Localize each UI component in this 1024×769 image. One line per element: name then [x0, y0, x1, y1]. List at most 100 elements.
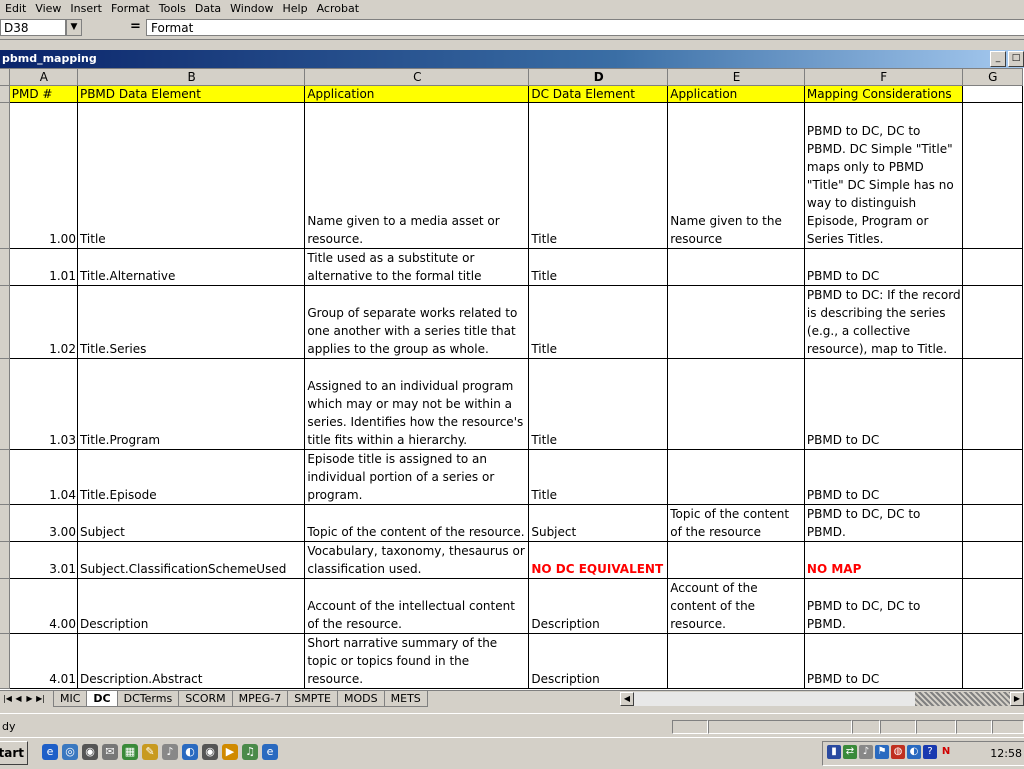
formula-input[interactable]: Format [146, 19, 1024, 36]
header-cell-g[interactable] [961, 85, 1024, 103]
cell-application[interactable]: Short narrative summary of the topic or … [304, 633, 530, 689]
row-header[interactable] [0, 285, 10, 359]
cell-empty[interactable] [961, 102, 1024, 249]
cell-mapping[interactable]: PBMD to DC, DC to PBMD. [803, 578, 963, 634]
cell-pbmd-element[interactable]: Description.Abstract [76, 633, 306, 689]
cell-pmd-number[interactable]: 1.04 [8, 449, 78, 505]
cell-application[interactable]: Account of the intellectual content of t… [304, 578, 530, 634]
cell-dc-element[interactable]: Title [528, 358, 669, 450]
tools-icon[interactable]: ✎ [142, 744, 158, 760]
column-header-b[interactable]: B [76, 68, 306, 86]
help-icon[interactable]: ? [923, 745, 937, 759]
tab-smpte[interactable]: SMPTE [287, 691, 339, 707]
cell-pmd-number[interactable]: 1.00 [8, 102, 78, 249]
row-header[interactable] [0, 248, 10, 286]
cell-dc-application[interactable] [667, 449, 805, 505]
cell-pmd-number[interactable]: 1.02 [8, 285, 78, 359]
tab-scorm[interactable]: SCORM [178, 691, 233, 707]
cell-empty[interactable] [961, 449, 1024, 505]
menu-edit[interactable]: Edit [0, 2, 30, 15]
cell-mapping[interactable]: NO MAP [803, 541, 963, 579]
cell-dc-element[interactable]: Title [528, 285, 669, 359]
disc-icon[interactable]: ◉ [202, 744, 218, 760]
ie-icon[interactable]: e [42, 744, 58, 760]
volume-icon[interactable]: ♪ [859, 745, 873, 759]
cell-pmd-number[interactable]: 4.01 [8, 633, 78, 689]
menu-data[interactable]: Data [190, 2, 225, 15]
cell-dc-element[interactable]: Title [528, 449, 669, 505]
cell-mapping[interactable]: PBMD to DC, DC to PBMD. DC Simple "Title… [803, 102, 963, 249]
spreadsheet-grid[interactable]: A B C D E F G PMD # PBMD Data Element Ap… [0, 68, 1024, 690]
cell-mapping[interactable]: PBMD to DC [803, 449, 963, 505]
cell-dc-element[interactable]: NO DC EQUIVALENT [528, 541, 669, 579]
next-tab-icon[interactable]: ▶ [24, 693, 35, 705]
cell-pbmd-element[interactable]: Title.Episode [76, 449, 306, 505]
cell-pmd-number[interactable]: 4.00 [8, 578, 78, 634]
cell-empty[interactable] [961, 633, 1024, 689]
row-header[interactable] [0, 578, 10, 634]
cell-pbmd-element[interactable]: Title.Program [76, 358, 306, 450]
cell-application[interactable]: Title used as a substitute or alternativ… [304, 248, 530, 286]
battery-icon[interactable]: ▮ [827, 745, 841, 759]
name-box[interactable]: D38 [0, 19, 66, 36]
tab-mic[interactable]: MIC [53, 691, 88, 707]
mail-icon[interactable]: ✉ [102, 744, 118, 760]
cell-dc-element[interactable]: Title [528, 102, 669, 249]
header-cell-pbmd-element[interactable]: PBMD Data Element [76, 85, 306, 103]
calendar-icon[interactable]: ▦ [122, 744, 138, 760]
menu-format[interactable]: Format [106, 2, 154, 15]
cell-empty[interactable] [961, 285, 1024, 359]
cell-application[interactable]: Group of separate works related to one a… [304, 285, 530, 359]
menu-view[interactable]: View [30, 2, 65, 15]
app-n-icon[interactable]: N [939, 745, 953, 759]
cell-dc-application[interactable]: Name given to the resource [667, 102, 805, 249]
speaker-icon[interactable]: ♪ [162, 744, 178, 760]
minimize-icon[interactable]: _ [990, 51, 1006, 67]
cell-empty[interactable] [961, 248, 1024, 286]
chevron-down-icon[interactable]: ▼ [66, 19, 82, 36]
horizontal-scrollbar[interactable]: ◀ ▶ [620, 692, 1024, 706]
scroll-right-icon[interactable]: ▶ [1010, 692, 1024, 706]
menu-tools[interactable]: Tools [154, 2, 190, 15]
header-cell-mapping[interactable]: Mapping Considerations [803, 85, 963, 103]
row-header[interactable] [0, 541, 10, 579]
cell-pbmd-element[interactable]: Title.Series [76, 285, 306, 359]
cell-pbmd-element[interactable]: Title.Alternative [76, 248, 306, 286]
cell-empty[interactable] [961, 578, 1024, 634]
cell-pbmd-element[interactable]: Title [76, 102, 306, 249]
column-header-d[interactable]: D [528, 68, 669, 86]
cell-dc-element[interactable]: Title [528, 248, 669, 286]
cell-pmd-number[interactable]: 3.00 [8, 504, 78, 542]
cell-mapping[interactable]: PBMD to DC: If the record is describing … [803, 285, 963, 359]
cell-pmd-number[interactable]: 1.01 [8, 248, 78, 286]
cell-mapping[interactable]: PBMD to DC [803, 358, 963, 450]
menu-help[interactable]: Help [278, 2, 312, 15]
cell-empty[interactable] [961, 541, 1024, 579]
row-header[interactable] [0, 449, 10, 505]
globe-icon[interactable]: ◐ [182, 744, 198, 760]
cell-pmd-number[interactable]: 1.03 [8, 358, 78, 450]
cell-pbmd-element[interactable]: Subject [76, 504, 306, 542]
start-button[interactable]: tart [0, 741, 28, 765]
cell-mapping[interactable]: PBMD to DC [803, 248, 963, 286]
select-all-corner[interactable] [0, 68, 10, 86]
play-icon[interactable]: ▶ [222, 744, 238, 760]
cell-pmd-number[interactable]: 3.01 [8, 541, 78, 579]
column-header-e[interactable]: E [667, 68, 805, 86]
last-tab-icon[interactable]: ▶| [35, 693, 46, 705]
row-header[interactable] [0, 85, 10, 103]
tab-dcterms[interactable]: DCTerms [116, 691, 180, 707]
tab-dc[interactable]: DC [86, 691, 118, 707]
update-icon[interactable]: ◐ [907, 745, 921, 759]
antivirus-icon[interactable]: ◍ [891, 745, 905, 759]
flag-icon[interactable]: ⚑ [875, 745, 889, 759]
header-cell-pmd[interactable]: PMD # [8, 85, 78, 103]
row-header[interactable] [0, 504, 10, 542]
tab-mets[interactable]: METS [383, 691, 428, 707]
row-header[interactable] [0, 358, 10, 450]
network-icon[interactable]: ◎ [62, 744, 78, 760]
cell-dc-application[interactable] [667, 358, 805, 450]
row-header[interactable] [0, 102, 10, 249]
column-header-a[interactable]: A [8, 68, 78, 86]
prev-tab-icon[interactable]: ◀ [13, 693, 24, 705]
